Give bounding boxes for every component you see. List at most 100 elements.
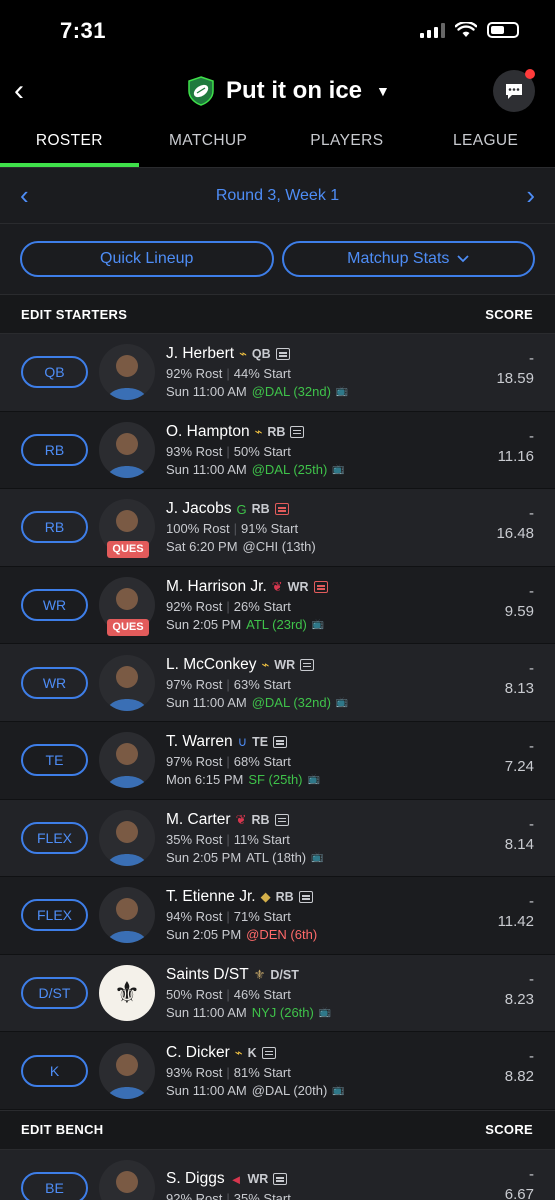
lineup-slot-button[interactable]: WR [21,666,88,699]
news-icon[interactable] [313,581,328,594]
player-name[interactable]: T. Warren [166,733,233,751]
tab-players[interactable]: PLAYERS [278,122,417,167]
player-avatar[interactable] [99,421,155,478]
player-avatar[interactable] [99,809,155,866]
slot-label: D/ST [38,985,71,1002]
player-row[interactable]: K C. Dicker ⌁ K 93% Rost | 81% Start Sun 11:00 … [0,1032,555,1110]
player-avatar[interactable]: ⚜ [99,965,155,1022]
player-position: WR [247,1172,269,1187]
edit-bench-title[interactable]: EDIT BENCH [21,1122,103,1137]
player-name[interactable]: J. Herbert [166,345,234,363]
player-avatar[interactable] [99,344,155,401]
previous-round-chevron-icon[interactable]: ‹ [20,180,29,211]
player-row[interactable]: WR L. McConkey ⌁ WR 97% Rost | 63% Start Sun 11… [0,644,555,722]
matchup-stats-button[interactable]: Matchup Stats [281,241,535,277]
lineup-slot-button[interactable]: WR [21,589,88,622]
start-percent: 71% Start [233,909,291,925]
status-icons [420,22,519,38]
player-avatar[interactable] [99,1042,155,1099]
next-round-chevron-icon[interactable]: › [526,180,535,211]
player-row[interactable]: WR QUES M. Harrison Jr. ❦ WR 92% Rost | 26% Sta… [0,566,555,645]
score-cell: - 18.59 [496,350,534,387]
news-icon[interactable] [273,1173,288,1186]
player-name[interactable]: L. McConkey [166,656,256,674]
tab-league[interactable]: LEAGUE [416,122,555,167]
player-name[interactable]: Saints D/ST [166,966,249,984]
player-avatar[interactable] [99,732,155,789]
start-percent: 63% Start [233,676,291,692]
game-time: Sun 11:00 AM [166,694,247,710]
player-avatar[interactable] [99,1160,155,1200]
score-cell: - 9.59 [505,583,534,620]
projected-score: 8.23 [504,990,534,1008]
tv-icon: 📺 [311,619,325,631]
edit-starters-title[interactable]: EDIT STARTERS [21,307,127,322]
team-selector[interactable]: Put it on ice ▼ [186,76,390,106]
projected-score: 7.24 [504,757,534,775]
tab-roster[interactable]: ROSTER [0,122,139,167]
lineup-slot-button[interactable]: RB [21,511,88,544]
colts-horseshoe-icon: ∪ [237,734,248,750]
player-row[interactable]: FLEX M. Carter ❦ RB 35% Rost | 11% Start Sun 2:… [0,799,555,878]
player-name[interactable]: T. Etienne Jr. [166,888,256,906]
tv-icon: 📺 [332,463,345,475]
chevron-down-icon [457,255,470,263]
opponent: ATL (23rd) [246,617,307,633]
lineup-slot-button[interactable]: FLEX [21,899,88,932]
news-icon[interactable] [300,658,315,671]
news-icon[interactable] [290,425,305,438]
player-row[interactable]: FLEX T. Etienne Jr. ◆ RB 94% Rost | 71% Start S… [0,877,555,955]
player-row[interactable]: BE S. Diggs ◄ WR 92% Rost | 35% Start -6.67 [0,1149,555,1200]
score-cell: - 11.42 [498,893,534,930]
slot-label: WR [42,597,67,614]
opponent: @DEN (6th) [246,927,318,943]
news-icon[interactable] [273,736,288,749]
player-avatar[interactable] [99,654,155,711]
chat-button[interactable] [493,69,535,112]
round-selector: ‹ Round 3, Week 1 › [0,168,555,224]
back-chevron-icon[interactable]: ‹ [14,76,24,106]
player-name[interactable]: O. Hampton [166,423,250,441]
opponent: @DAL (25th) [251,461,328,477]
player-row[interactable]: RB O. Hampton ⌁ RB 93% Rost | 50% Start Sun 11:… [0,411,555,490]
player-avatar[interactable] [99,887,155,944]
news-icon[interactable] [261,1046,276,1059]
projected-score: 6.67 [504,1185,534,1200]
player-position: WR [274,657,296,672]
lineup-slot-button[interactable]: K [21,1054,88,1087]
news-icon[interactable] [274,503,289,516]
player-name[interactable]: S. Diggs [166,1170,225,1188]
lineup-slot-button[interactable]: TE [21,744,88,777]
tab-matchup[interactable]: MATCHUP [139,122,278,167]
news-icon[interactable] [274,813,289,826]
bench-section-header: EDIT BENCH SCORE [0,1109,555,1150]
player-row[interactable]: QB J. Herbert ⌁ QB 92% Rost | 44% Start Sun 11:… [0,334,555,412]
battery-icon [487,22,519,38]
player-row[interactable]: RB QUES J. Jacobs G RB 100% Rost | 91% Start Sat… [0,489,555,567]
player-row[interactable]: D/ST ⚜ Saints D/ST ⚜ D/ST 50% Rost | 46% Start S… [0,954,555,1033]
lineup-slot-button[interactable]: D/ST [21,977,88,1010]
lineup-slot-button[interactable]: FLEX [21,821,88,854]
slot-label: K [49,1062,60,1079]
score-cell: - 8.14 [505,816,534,853]
player-name[interactable]: C. Dicker [166,1044,230,1062]
tab-bar: ROSTER MATCHUP PLAYERS LEAGUE [0,122,555,168]
lineup-slot-button[interactable]: BE [21,1172,88,1200]
roster-percent: 50% Rost [166,987,223,1003]
roster-percent: 92% Rost [166,366,223,382]
round-label[interactable]: Round 3, Week 1 [216,187,339,205]
news-icon[interactable] [298,891,313,904]
player-name[interactable]: M. Harrison Jr. [166,578,267,596]
player-row[interactable]: TE T. Warren ∪ TE 97% Rost | 68% Start Mon 6:15… [0,721,555,800]
news-icon[interactable] [275,348,290,361]
roster-percent: 93% Rost [166,1064,223,1080]
roster-percent: 94% Rost [166,909,223,925]
quick-lineup-button[interactable]: Quick Lineup [20,241,274,277]
lineup-slot-button[interactable]: QB [21,356,88,389]
player-name[interactable]: M. Carter [166,811,231,829]
roster-percent: 100% Rost [166,521,230,537]
saints-fleur-icon: ⚜ [253,967,266,983]
lineup-slot-button[interactable]: RB [21,433,88,466]
header: ‹ Put it on ice ▼ [0,62,555,122]
player-name[interactable]: J. Jacobs [166,500,231,518]
